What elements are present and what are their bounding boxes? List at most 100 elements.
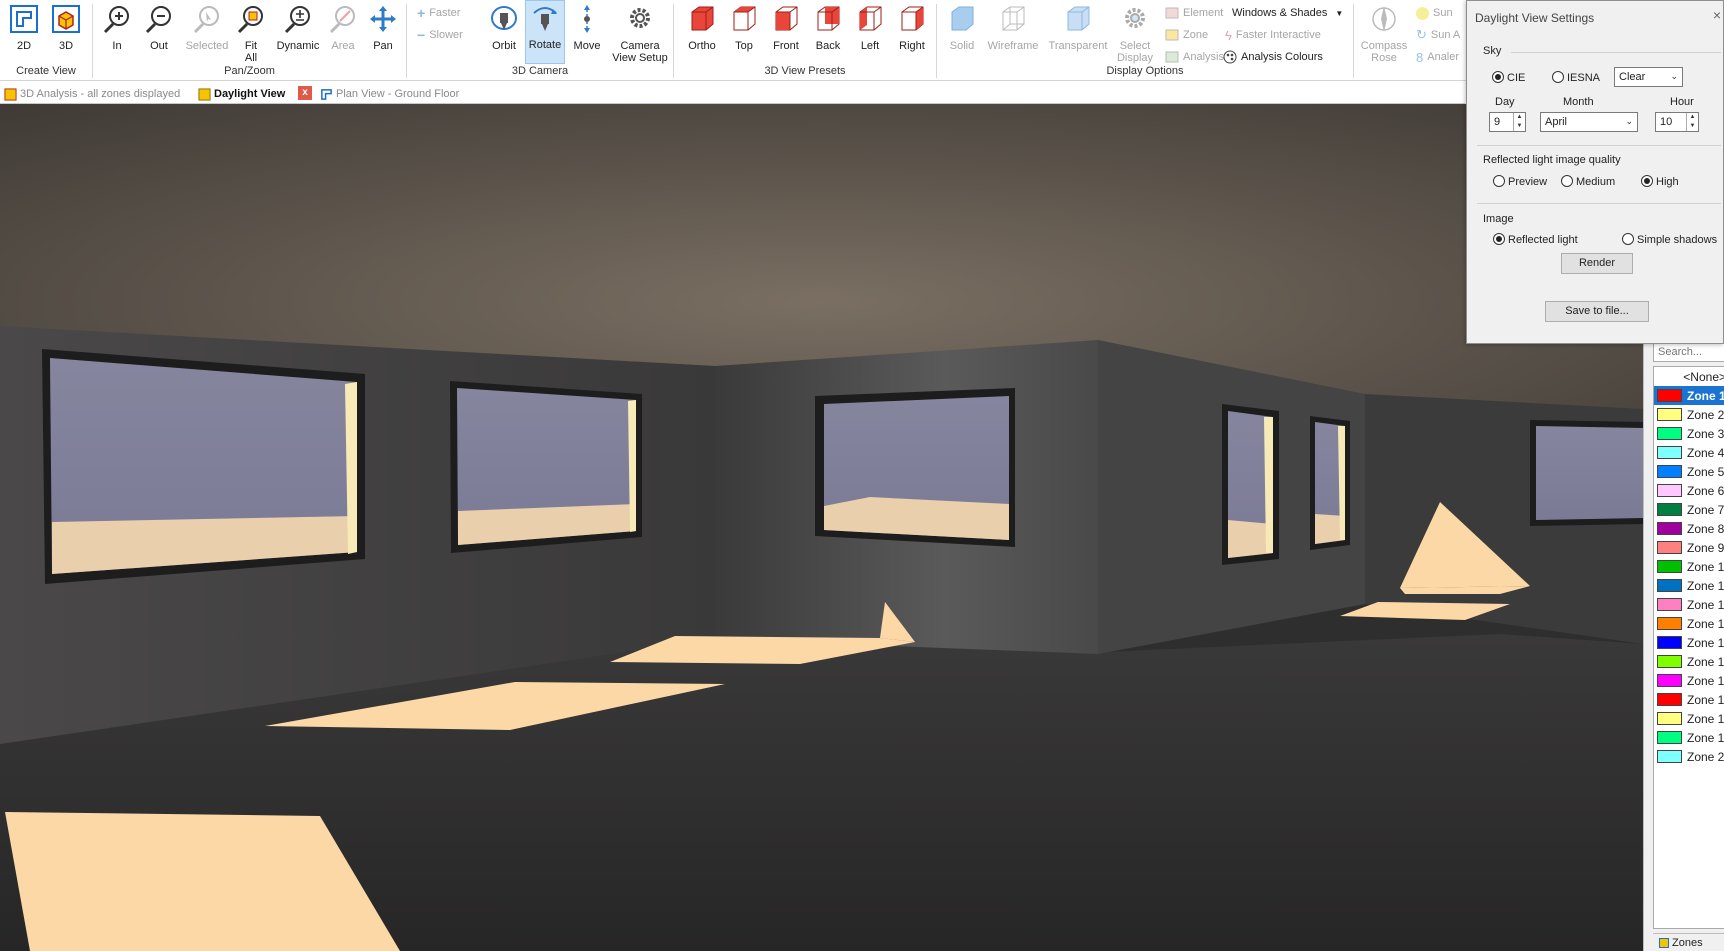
preset-front-button[interactable]: Front (766, 2, 806, 62)
view-3d-button[interactable]: 3D (48, 2, 84, 62)
zone-list-item[interactable]: Zone 17 (1654, 690, 1724, 709)
zoom-selected-button[interactable]: Selected (183, 2, 231, 62)
element-toggle[interactable]: Element (1165, 4, 1223, 22)
rotate-button[interactable]: Rotate (525, 0, 565, 64)
stepper-arrows-icon[interactable]: ▲ ▼ (1686, 113, 1698, 131)
zoom-dynamic-icon (284, 6, 310, 34)
day-stepper[interactable]: 9 ▲ ▼ (1489, 112, 1526, 132)
dropdown-arrow-icon: ▼ (1335, 8, 1344, 18)
zone-search-input[interactable] (1653, 342, 1724, 362)
zone-list-item[interactable]: Zone 13 (1654, 614, 1724, 633)
zone-list-item[interactable]: Zone 3 (1654, 424, 1724, 443)
rotate-camera-icon (533, 7, 557, 31)
view-2d-button[interactable]: 2D (6, 2, 42, 62)
close-tab-button[interactable]: x (298, 86, 312, 100)
pan-button[interactable]: Pan (365, 2, 401, 62)
fit-all-button[interactable]: Fit All (233, 2, 269, 64)
display-solid-button[interactable]: Solid (941, 2, 983, 62)
zoom-dynamic-button[interactable]: Dynamic (273, 2, 323, 62)
compass-rose-button[interactable]: Compass Rose (1356, 2, 1412, 64)
analysis-toggle[interactable]: Analysis (1165, 48, 1224, 66)
tab-daylight-view[interactable]: Daylight View (198, 85, 285, 103)
preset-top-button[interactable]: Top (724, 2, 764, 62)
month-select[interactable]: April ⌄ (1540, 112, 1638, 132)
save-to-file-button[interactable]: Save to file... (1545, 301, 1649, 322)
cie-radio[interactable]: CIE (1492, 71, 1525, 84)
preview-radio[interactable]: Preview (1493, 175, 1547, 188)
zone-list-item-label: Zone 7 (1687, 502, 1724, 517)
zone-list-item[interactable]: Zone 15 (1654, 652, 1724, 671)
zone-list-item[interactable]: Zone 14 (1654, 633, 1724, 652)
zone-list-item[interactable]: Zone 5 (1654, 462, 1724, 481)
zone-list-item-label: Zone 8 (1687, 521, 1724, 536)
close-icon[interactable]: × (1713, 7, 1721, 23)
zone-color-swatch (1657, 389, 1682, 402)
zone-list-item[interactable]: Zone 2 (1654, 405, 1724, 424)
high-radio[interactable]: High (1641, 175, 1679, 188)
zone-list-item[interactable]: Zone 18 (1654, 709, 1724, 728)
zone-list-item[interactable]: Zone 11 (1654, 576, 1724, 595)
sky-type-select[interactable]: Clear ⌄ (1614, 67, 1683, 87)
compass-rose-label: Compass Rose (1360, 40, 1408, 64)
zone-list-none-item[interactable]: <None> (1654, 367, 1724, 386)
zone-list-item-label: Zone 10 (1687, 559, 1724, 574)
preset-left-button[interactable]: Left (850, 2, 890, 62)
select-display-button[interactable]: Select Display (1113, 2, 1157, 64)
zone-toggle[interactable]: Zone (1165, 26, 1208, 44)
faster-interactive-toggle[interactable]: ϟ Faster Interactive (1225, 26, 1321, 44)
daylight-3d-viewport[interactable] (0, 104, 1643, 951)
tab-3d-analysis[interactable]: 3D Analysis - all zones displayed (4, 85, 180, 103)
render-button[interactable]: Render (1561, 253, 1633, 274)
sun-angle-toggle[interactable]: ↻ Sun A (1416, 26, 1460, 44)
zone-list-item[interactable]: Zone 20 (1654, 747, 1724, 766)
analysis-colours-button[interactable]: Analysis Colours (1223, 48, 1323, 66)
radio-empty-icon (1552, 71, 1564, 83)
zone-list-item[interactable]: Zone 1 (1654, 386, 1724, 405)
move-button[interactable]: Move (567, 2, 607, 62)
zone-list-item[interactable]: Zone 12 (1654, 595, 1724, 614)
camera-group-label: 3D Camera (511, 65, 569, 77)
zone-list-item[interactable]: Zone 9 (1654, 538, 1724, 557)
zone-list-item[interactable]: Zone 6 (1654, 481, 1724, 500)
windows-shades-dropdown[interactable]: Windows & Shades ▼ (1232, 4, 1343, 22)
preset-ortho-button[interactable]: Ortho (682, 2, 722, 62)
zone-list-item[interactable]: Zone 7 (1654, 500, 1724, 519)
tab-daylight-view-label: Daylight View (214, 88, 286, 100)
preset-front-label: Front (773, 40, 799, 52)
analemma-toggle[interactable]: 8 Analer (1416, 48, 1459, 66)
zone-list-item[interactable]: Zone 19 (1654, 728, 1724, 747)
zone-list-item[interactable]: Zone 4 (1654, 443, 1724, 462)
camera-view-setup-button[interactable]: Camera View Setup (610, 2, 670, 64)
zoom-out-button[interactable]: Out (141, 2, 177, 62)
zones-tab-label[interactable]: Zones (1672, 937, 1703, 949)
simple-shadows-radio[interactable]: Simple shadows (1622, 233, 1717, 246)
orbit-label: Orbit (492, 40, 516, 52)
zone-list-item[interactable]: Zone 10 (1654, 557, 1724, 576)
display-options-group: Solid Wireframe Transparent Select Displ… (937, 0, 1353, 81)
zone-list-item[interactable]: Zone 8 (1654, 519, 1724, 538)
preset-right-button[interactable]: Right (892, 2, 932, 62)
zone-list-item[interactable]: Zone 16 (1654, 671, 1724, 690)
faster-button[interactable]: + Faster (417, 4, 460, 22)
radio-empty-icon (1622, 233, 1634, 245)
display-transparent-label: Transparent (1048, 40, 1108, 52)
hour-value: 10 (1660, 116, 1673, 128)
move-camera-icon (584, 5, 590, 33)
hour-stepper[interactable]: 10 ▲ ▼ (1655, 112, 1699, 132)
sky-type-value: Clear (1619, 71, 1646, 83)
preset-left-label: Left (860, 40, 880, 52)
display-wireframe-button[interactable]: Wireframe (983, 2, 1043, 62)
reflected-light-radio[interactable]: Reflected light (1493, 233, 1578, 246)
slower-button[interactable]: − Slower (417, 26, 463, 44)
preset-back-button[interactable]: Back (808, 2, 848, 62)
iesna-radio[interactable]: IESNA (1552, 71, 1600, 84)
sun-toggle[interactable]: Sun (1416, 4, 1453, 22)
medium-radio[interactable]: Medium (1561, 175, 1615, 188)
zone-color-swatch (1657, 408, 1682, 421)
stepper-arrows-icon[interactable]: ▲ ▼ (1513, 113, 1525, 131)
zoom-in-button[interactable]: In (99, 2, 135, 62)
orbit-button[interactable]: Orbit (485, 2, 523, 62)
tab-plan-view[interactable]: Plan View - Ground Floor (320, 85, 459, 103)
display-transparent-button[interactable]: Transparent (1045, 2, 1111, 62)
zoom-area-button[interactable]: Area (325, 2, 361, 62)
